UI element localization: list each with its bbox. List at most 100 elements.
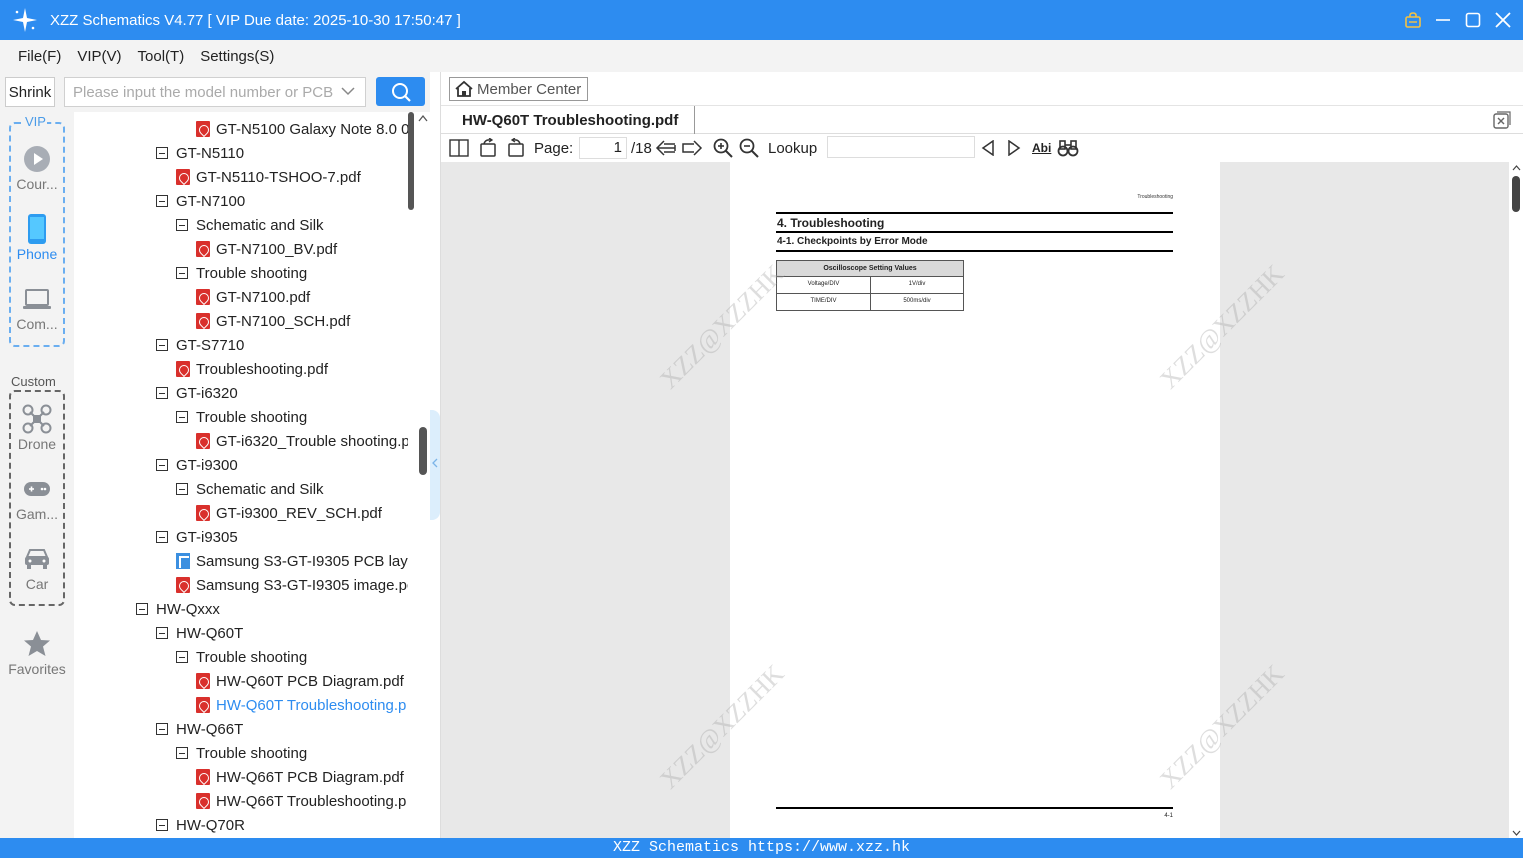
collapse-icon[interactable] <box>156 723 168 735</box>
tree-item[interactable]: Schematic and Silk <box>176 477 324 501</box>
collapse-icon[interactable] <box>176 483 188 495</box>
menu-tool[interactable]: Tool(T) <box>138 48 185 65</box>
two-page-view-button[interactable] <box>449 138 469 158</box>
search-icon <box>391 82 411 102</box>
sidebar-item-drone[interactable]: Drone <box>9 402 65 452</box>
minimize-button[interactable] <box>1433 10 1453 30</box>
collapse-icon[interactable] <box>156 339 168 351</box>
tree-item[interactable]: Trouble shooting <box>176 645 307 669</box>
tree-item[interactable]: GT-S7710 <box>156 333 244 357</box>
tree-item[interactable]: Samsung S3-GT-I9305 image.pc <box>176 573 408 597</box>
find-next-button[interactable] <box>1007 138 1021 158</box>
collapse-icon[interactable] <box>156 531 168 543</box>
sidebar-item-computer[interactable]: Com... <box>9 282 65 332</box>
tree-item[interactable]: GT-N7100.pdf <box>196 285 310 309</box>
member-center-label: Member Center <box>477 80 582 98</box>
collapse-icon[interactable] <box>156 459 168 471</box>
tree-item[interactable]: GT-N7100 <box>156 189 245 213</box>
next-page-button[interactable] <box>681 138 703 158</box>
scroll-up-icon[interactable] <box>418 114 428 122</box>
tree-item[interactable]: Trouble shooting <box>176 261 307 285</box>
tree-item[interactable]: Troubleshooting.pdf <box>176 357 328 381</box>
sidebar-item-car[interactable]: Car <box>9 542 65 592</box>
sidebar-item-course[interactable]: Cour... <box>9 142 65 192</box>
tree-scrollbar-thumb[interactable] <box>408 112 414 210</box>
tree-item[interactable]: GT-N7100_BV.pdf <box>196 237 337 261</box>
splitter-handle[interactable] <box>419 427 427 475</box>
find-prev-button[interactable] <box>981 138 995 158</box>
tree-scrollbar[interactable] <box>408 112 430 838</box>
match-case-button[interactable]: Abi <box>1032 138 1051 158</box>
tree-item-selected[interactable]: HW-Q60T Troubleshooting.p <box>196 693 406 717</box>
menu-vip[interactable]: VIP(V) <box>77 48 121 65</box>
collapse-icon[interactable] <box>156 627 168 639</box>
tree-item[interactable]: Samsung S3-GT-I9305 PCB laye <box>176 549 408 573</box>
tree-item[interactable]: GT-N7100_SCH.pdf <box>196 309 350 333</box>
collapse-icon[interactable] <box>176 411 188 423</box>
collapse-icon[interactable] <box>176 219 188 231</box>
tree-item[interactable]: HW-Qxxx <box>136 597 220 621</box>
collapse-panel-button[interactable] <box>430 410 440 520</box>
tree-item[interactable]: GT-i6320 <box>156 381 238 405</box>
sidebar-item-phone[interactable]: Phone <box>9 212 65 262</box>
pdf-viewer[interactable]: Troubleshooting 4. Troubleshooting 4-1. … <box>441 162 1523 838</box>
tree-item[interactable]: Trouble shooting <box>176 741 307 765</box>
document-tabs: HW-Q60T Troubleshooting.pdf <box>441 106 1523 134</box>
maximize-button[interactable] <box>1463 10 1483 30</box>
vip-lock-icon[interactable] <box>1403 10 1423 30</box>
close-all-tabs-icon[interactable] <box>1493 111 1511 129</box>
tree-item[interactable]: HW-Q60T <box>156 621 243 645</box>
pdf-scrollbar[interactable] <box>1509 162 1523 838</box>
page-number-input[interactable]: 1 <box>579 137 627 159</box>
rotate-left-button[interactable] <box>479 138 499 158</box>
zoom-in-button[interactable] <box>713 138 733 158</box>
menu-file[interactable]: File(F) <box>18 48 61 65</box>
shrink-button[interactable]: Shrink <box>5 77 55 107</box>
tree-item[interactable]: GT-N5100 Galaxy Note 8.0 08 <box>196 117 408 141</box>
find-all-button[interactable] <box>1057 138 1079 158</box>
tree-item[interactable]: HW-Q66T <box>156 717 243 741</box>
collapse-icon[interactable] <box>156 819 168 831</box>
tree-item[interactable]: Schematic and Silk <box>176 213 324 237</box>
tree-item[interactable]: GT-i9305 <box>156 525 238 549</box>
pdf-subsection-title: 4-1. Checkpoints by Error Mode <box>777 236 928 247</box>
collapse-icon[interactable] <box>176 267 188 279</box>
chevron-down-icon[interactable] <box>341 86 355 96</box>
tree-item[interactable]: GT-N5110 <box>156 141 244 165</box>
tree-item[interactable]: HW-Q70R <box>156 813 245 837</box>
zoom-out-button[interactable] <box>739 138 759 158</box>
tree-item[interactable]: HW-Q60T PCB Diagram.pdf <box>196 669 404 693</box>
menu-settings[interactable]: Settings(S) <box>200 48 274 65</box>
collapse-icon[interactable] <box>156 195 168 207</box>
close-button[interactable] <box>1493 10 1513 30</box>
collapse-icon[interactable] <box>176 747 188 759</box>
left-panel: Shrink Please input the model number or … <box>0 72 430 838</box>
pdf-icon <box>196 433 210 449</box>
search-input[interactable]: Please input the model number or PCB <box>64 77 366 107</box>
scroll-up-icon[interactable] <box>1512 165 1521 171</box>
pdf-scrollbar-thumb[interactable] <box>1512 176 1520 212</box>
collapse-icon[interactable] <box>156 147 168 159</box>
sidebar-item-game[interactable]: Gam... <box>9 472 65 522</box>
rotate-right-button[interactable] <box>505 138 525 158</box>
tree-item[interactable]: HW-Q66T PCB Diagram.pdf <box>196 765 404 789</box>
tree-item[interactable]: HW-Q66T Troubleshooting.p <box>196 789 406 813</box>
collapse-icon[interactable] <box>176 651 188 663</box>
search-row: Shrink Please input the model number or … <box>0 72 430 112</box>
prev-page-button[interactable] <box>655 138 677 158</box>
tree-item[interactable]: GT-i9300_REV_SCH.pdf <box>196 501 382 525</box>
tree-item[interactable]: GT-N5110-TSHOO-7.pdf <box>176 165 361 189</box>
sidebar-item-label: Car <box>25 576 49 592</box>
tree-item[interactable]: GT-i9300 <box>156 453 238 477</box>
sidebar-item-favorites[interactable]: Favorites <box>2 627 72 677</box>
lookup-input[interactable] <box>827 136 975 158</box>
tree-item[interactable]: GT-i6320_Trouble shooting.p <box>196 429 408 453</box>
scroll-down-icon[interactable] <box>1512 830 1521 836</box>
tree-item[interactable]: Trouble shooting <box>176 405 307 429</box>
search-button[interactable] <box>376 77 425 106</box>
collapse-icon[interactable] <box>136 603 148 615</box>
collapse-icon[interactable] <box>156 387 168 399</box>
table-row: TIME/DIV 500ms/div <box>776 294 964 311</box>
tab-document[interactable]: HW-Q60T Troubleshooting.pdf <box>449 106 695 134</box>
member-center-button[interactable]: Member Center <box>449 77 588 101</box>
